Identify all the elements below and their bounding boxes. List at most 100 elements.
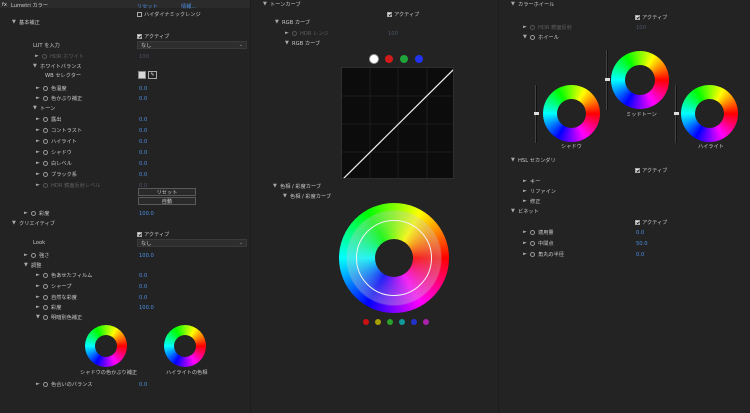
split-tone-header[interactable]: ▼ 明暗別色補正 (36, 313, 82, 321)
midtone-slider[interactable] (605, 50, 610, 110)
tint-balance-value[interactable]: 0.0 (139, 382, 147, 388)
stopwatch-icon[interactable] (31, 252, 36, 258)
hdr-checkbox[interactable] (137, 11, 142, 17)
vibrance-value[interactable]: 0.0 (139, 295, 147, 301)
auto-button[interactable]: 自動 (138, 197, 196, 205)
wheels-section-header[interactable]: ▼ カラーホイール (511, 0, 554, 8)
sharpen-value[interactable]: 0.0 (139, 284, 147, 290)
expand-icon[interactable]: ► (36, 171, 43, 177)
lut-dropdown[interactable]: なし ⌄ (137, 41, 247, 49)
adjust-section-header[interactable]: ▼ 調整 (24, 261, 41, 269)
curves-active-row[interactable]: アクティブ (387, 10, 419, 18)
exposure-value[interactable]: 0.0 (139, 117, 147, 123)
expand-icon[interactable]: ► (36, 95, 43, 101)
look-dropdown[interactable]: なし ⌄ (137, 239, 247, 247)
stopwatch-icon[interactable] (43, 85, 48, 91)
slider-knob[interactable] (534, 112, 539, 115)
hdr-checkbox-row[interactable]: ハイダイナミックレンジ (137, 10, 201, 18)
shadows-value[interactable]: 0.0 (139, 150, 147, 156)
stopwatch-icon[interactable] (31, 210, 36, 216)
vignette-active-row[interactable]: アクティブ (635, 218, 667, 226)
wb-section-header[interactable]: ▼ ホワイトバランス (33, 62, 81, 70)
vignette-roundness-value[interactable]: 0.0 (636, 252, 644, 258)
expand-icon[interactable]: ► (36, 127, 43, 133)
hue-swatch-button[interactable] (411, 319, 417, 325)
slider-knob[interactable] (605, 78, 610, 81)
hdr-range-value[interactable]: 100 (388, 31, 398, 37)
highlight-wheel[interactable] (681, 85, 738, 142)
hue-saturation-wheel[interactable] (339, 203, 449, 313)
hsl-correction-row[interactable]: ► 修正 (523, 197, 540, 205)
expand-icon[interactable]: ► (36, 283, 43, 289)
hue-swatch-button[interactable] (363, 319, 369, 325)
stopwatch-icon[interactable] (43, 95, 48, 101)
highlight-tint-wheel[interactable] (164, 325, 206, 367)
hue-swatch-button[interactable] (387, 319, 393, 325)
shadow-slider[interactable] (534, 85, 539, 143)
stopwatch-icon[interactable] (530, 240, 535, 246)
hsl-active-checkbox[interactable] (635, 167, 640, 173)
midtone-wheel[interactable] (611, 51, 669, 109)
reset-link[interactable]: リセット (137, 3, 158, 10)
highlights-value[interactable]: 0.0 (139, 139, 147, 145)
intensity-value[interactable]: 100.0 (139, 253, 154, 259)
hsl-active-row[interactable]: アクティブ (635, 166, 667, 174)
rgb-curve-graph[interactable] (341, 67, 454, 179)
expand-icon[interactable]: ► (523, 229, 530, 235)
highlight-slider[interactable] (674, 85, 679, 143)
stopwatch-icon[interactable] (43, 160, 48, 166)
expand-icon[interactable]: ► (24, 210, 31, 216)
creative-active-checkbox[interactable] (137, 231, 142, 237)
curves-active-checkbox[interactable] (387, 11, 392, 17)
blacks-value[interactable]: 0.0 (139, 172, 147, 178)
tone-section-header[interactable]: ▼ トーン (33, 104, 55, 112)
vignette-midpoint-value[interactable]: 50.0 (636, 241, 648, 247)
curves-section-header[interactable]: ▼ トーンカーブ (263, 0, 301, 8)
stopwatch-icon[interactable] (43, 304, 48, 310)
wheel-sub-header[interactable]: ▼ ホイール (523, 33, 559, 41)
expand-icon[interactable]: ► (36, 160, 43, 166)
hdr-white-value[interactable]: 100 (139, 54, 149, 60)
expand-icon[interactable]: ► (24, 252, 31, 258)
expand-icon[interactable]: ► (36, 138, 43, 144)
expand-icon[interactable]: ► (523, 240, 530, 246)
stopwatch-icon[interactable] (43, 116, 48, 122)
whites-value[interactable]: 0.0 (139, 161, 147, 167)
basic-active-checkbox[interactable] (137, 33, 142, 39)
basic-section-header[interactable]: ▼ 基本補正 (12, 18, 40, 26)
more-link[interactable]: 情報... (181, 3, 196, 10)
expand-icon[interactable]: ► (36, 116, 43, 122)
hue-swatch-button[interactable] (375, 319, 381, 325)
stopwatch-icon[interactable] (43, 381, 48, 387)
expand-icon[interactable]: ► (36, 85, 43, 91)
slider-knob[interactable] (674, 112, 679, 115)
contrast-value[interactable]: 0.0 (139, 128, 147, 134)
expand-icon[interactable]: ► (36, 149, 43, 155)
stopwatch-icon[interactable] (43, 314, 48, 320)
stopwatch-icon[interactable] (43, 127, 48, 133)
vignette-active-checkbox[interactable] (635, 219, 640, 225)
hsl-key-row[interactable]: ► キー (523, 177, 540, 185)
stopwatch-icon[interactable] (43, 171, 48, 177)
reset-button[interactable]: リセット (138, 188, 196, 196)
stopwatch-icon[interactable] (43, 149, 48, 155)
hsl-section-header[interactable]: ▼ HSL セカンダリ (511, 156, 556, 164)
rgb-curve-header[interactable]: ▼ RGB カーブ (275, 18, 310, 26)
expand-icon[interactable]: ► (523, 251, 530, 257)
expand-icon[interactable]: ► (36, 304, 43, 310)
expand-icon[interactable]: ► (36, 381, 43, 387)
wheels-active-checkbox[interactable] (635, 14, 640, 20)
eyedropper-icon[interactable]: ✎ (148, 71, 157, 79)
stopwatch-icon[interactable] (530, 251, 535, 257)
creative-section-header[interactable]: ▼ クリエイティブ (12, 219, 55, 227)
tint-value[interactable]: 0.0 (139, 96, 147, 102)
rgb-curve-sub-header[interactable]: ▼ RGB カーブ (285, 39, 320, 47)
channel-blue-button[interactable] (415, 55, 423, 63)
stopwatch-icon[interactable] (530, 229, 535, 235)
channel-white-button[interactable] (370, 55, 378, 63)
creative-active-row[interactable]: アクティブ (137, 230, 169, 238)
stopwatch-icon[interactable] (530, 34, 535, 40)
saturation-value[interactable]: 100.0 (139, 211, 154, 217)
shadow-tint-wheel[interactable] (85, 325, 127, 367)
stopwatch-icon[interactable] (43, 272, 48, 278)
